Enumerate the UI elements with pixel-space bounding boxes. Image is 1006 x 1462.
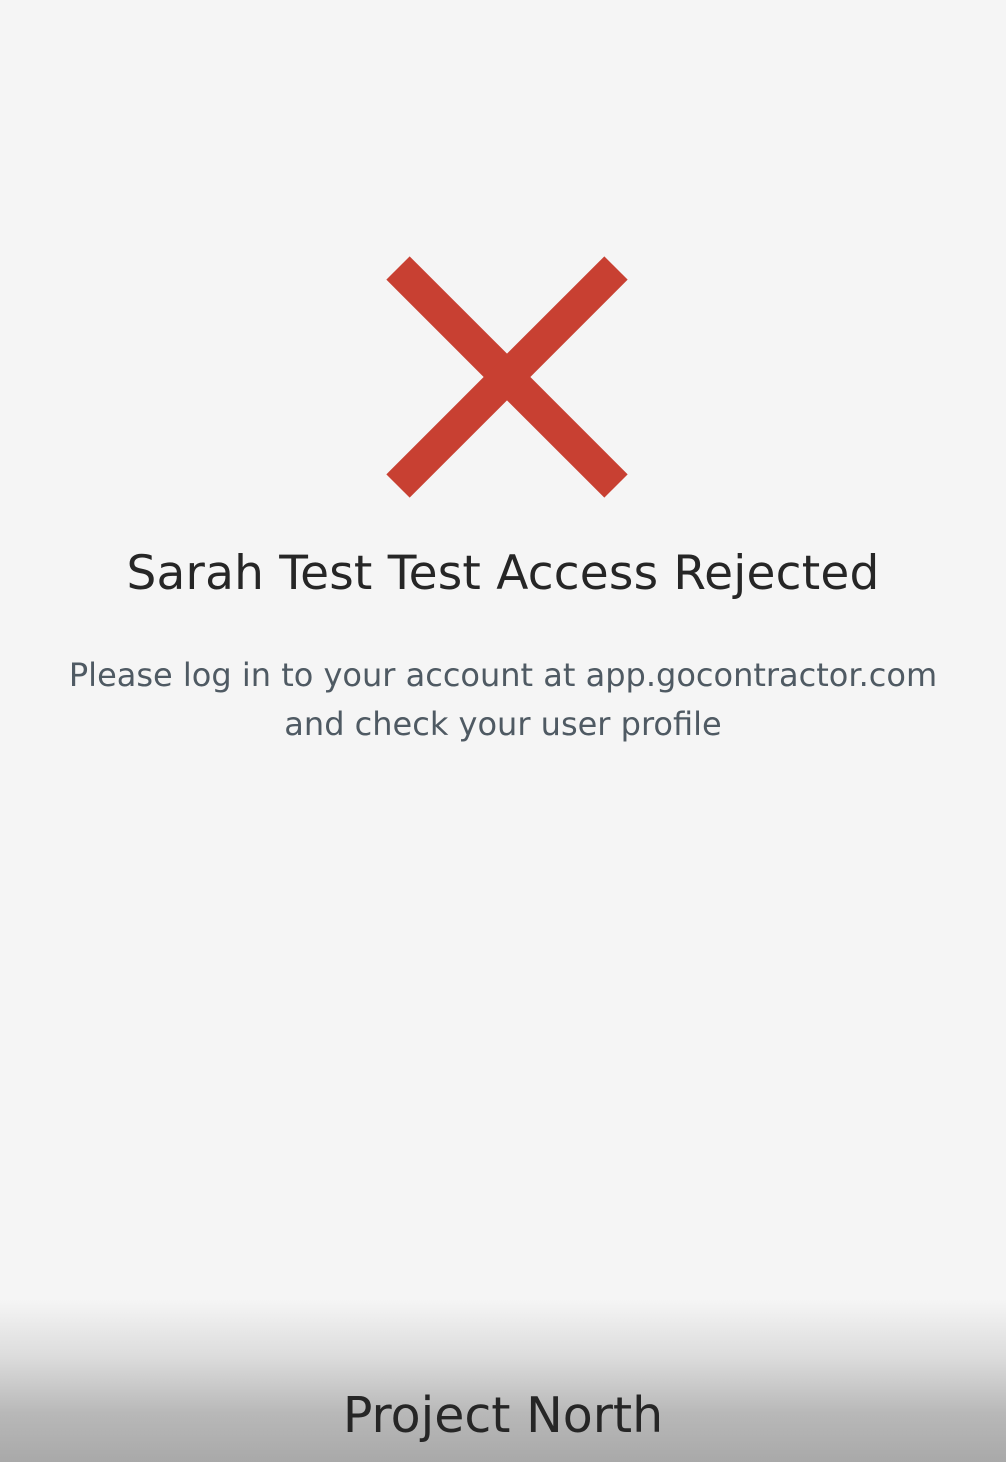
rejection-title: Sarah Test Test Access Rejected — [126, 546, 880, 601]
project-name: Project North — [342, 1387, 664, 1444]
rejection-message-line-1: Please log in to your account at app.goc… — [68, 656, 938, 694]
footer-bar: Project North — [0, 1300, 1006, 1462]
rejection-message-line-2: and check your user profile — [284, 705, 722, 743]
rejection-message: Please log in to your account at app.goc… — [50, 651, 956, 749]
close-icon — [384, 254, 630, 500]
access-rejected-screen: Sarah Test Test Access Rejected Please l… — [0, 0, 1006, 1462]
